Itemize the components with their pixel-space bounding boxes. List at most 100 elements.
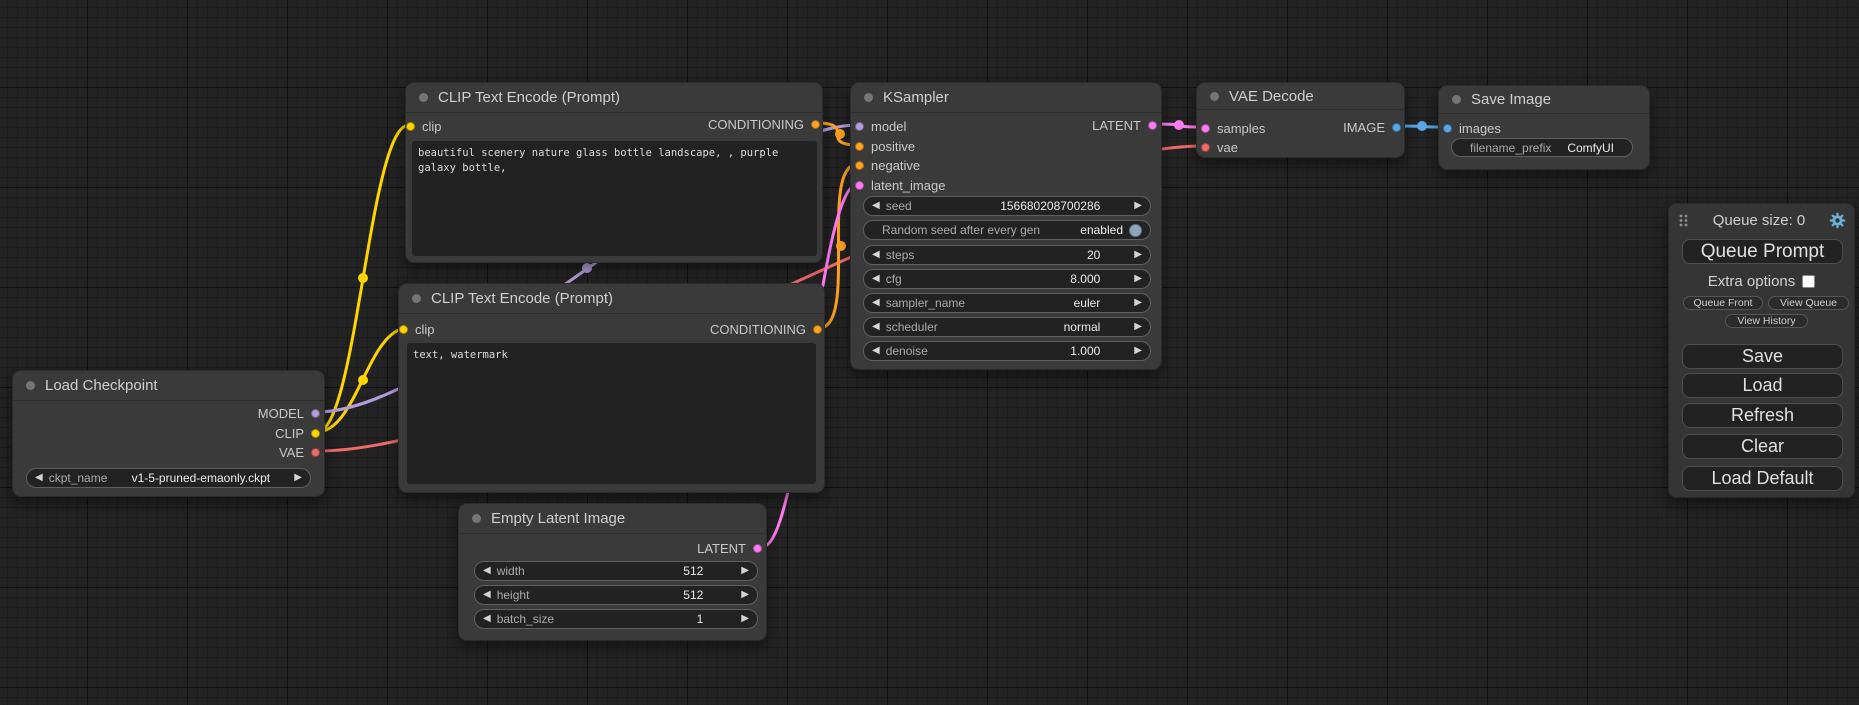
increment-arrow-icon[interactable]: ▶: [1134, 250, 1142, 260]
save-button[interactable]: Save: [1682, 344, 1843, 369]
collapse-dot-icon[interactable]: [1210, 92, 1219, 101]
decrement-arrow-icon[interactable]: ◀: [872, 274, 880, 284]
extra-options-checkbox[interactable]: [1802, 275, 1815, 288]
node-vae-decode[interactable]: VAE Decode samples vae IMAGE: [1196, 82, 1405, 158]
input-port-positive[interactable]: positive: [855, 138, 915, 154]
vae-port-dot[interactable]: [1201, 143, 1210, 152]
node-clip-text-encode-negative[interactable]: CLIP Text Encode (Prompt) clip CONDITION…: [398, 283, 825, 493]
increment-arrow-icon[interactable]: ▶: [741, 566, 749, 576]
view-history-button[interactable]: View History: [1725, 314, 1808, 328]
prompt-textarea[interactable]: beautiful scenery nature glass bottle la…: [412, 141, 817, 256]
output-port-latent[interactable]: LATENT: [1092, 117, 1157, 133]
ckpt-name-widget[interactable]: ◀ ckpt_name v1-5-pruned-emaonly.ckpt ▶: [26, 468, 311, 488]
output-port-conditioning[interactable]: CONDITIONING: [710, 321, 822, 337]
node-title-bar[interactable]: Load Checkpoint: [13, 371, 324, 401]
increment-arrow-icon[interactable]: ▶: [1134, 322, 1142, 332]
collapse-dot-icon[interactable]: [26, 381, 35, 390]
conditioning-port-dot[interactable]: [811, 120, 820, 129]
collapse-dot-icon[interactable]: [864, 93, 873, 102]
collapse-dot-icon[interactable]: [419, 93, 428, 102]
decrement-arrow-icon[interactable]: ◀: [483, 566, 491, 576]
decrement-arrow-icon[interactable]: ◀: [872, 250, 880, 260]
input-port-model[interactable]: model: [855, 118, 906, 134]
node-title-bar[interactable]: Save Image: [1439, 86, 1649, 114]
latent-port-dot[interactable]: [855, 181, 864, 190]
node-save-image[interactable]: Save Image images filename_prefix ComfyU…: [1438, 85, 1650, 170]
sampler-name-widget[interactable]: ◀ sampler_name euler ▶: [863, 293, 1151, 313]
node-ksampler[interactable]: KSampler model positive negative latent_…: [850, 82, 1162, 370]
increment-arrow-icon[interactable]: ▶: [1134, 298, 1142, 308]
conditioning-port-dot[interactable]: [855, 142, 864, 151]
height-widget[interactable]: ◀ height 512 ▶: [474, 585, 758, 605]
node-title-bar[interactable]: CLIP Text Encode (Prompt): [406, 83, 822, 113]
batch-size-widget[interactable]: ◀ batch_size 1 ▶: [474, 609, 758, 629]
decrement-arrow-icon[interactable]: ◀: [483, 614, 491, 624]
drag-handle-icon[interactable]: [1678, 213, 1689, 228]
decrement-arrow-icon[interactable]: ◀: [872, 346, 880, 356]
clip-port-dot[interactable]: [399, 325, 408, 334]
conditioning-port-dot[interactable]: [813, 325, 822, 334]
steps-widget[interactable]: ◀ steps 20 ▶: [863, 245, 1151, 265]
latent-port-dot[interactable]: [1148, 121, 1157, 130]
seed-widget[interactable]: ◀ seed 156680208700286 ▶: [863, 196, 1151, 216]
node-title-bar[interactable]: Empty Latent Image: [459, 504, 766, 534]
input-port-images[interactable]: images: [1443, 120, 1501, 136]
queue-front-button[interactable]: Queue Front: [1683, 296, 1763, 310]
clip-port-dot[interactable]: [311, 429, 320, 438]
decrement-arrow-icon[interactable]: ◀: [483, 590, 491, 600]
decrement-arrow-icon[interactable]: ◀: [872, 201, 880, 211]
load-button[interactable]: Load: [1682, 373, 1843, 398]
image-port-dot[interactable]: [1392, 123, 1401, 132]
input-port-clip[interactable]: clip: [406, 118, 442, 134]
input-port-negative[interactable]: negative: [855, 157, 920, 173]
input-port-clip[interactable]: clip: [399, 321, 435, 337]
view-queue-button[interactable]: View Queue: [1768, 296, 1849, 310]
image-port-dot[interactable]: [1443, 124, 1452, 133]
conditioning-port-dot[interactable]: [855, 161, 864, 170]
increment-arrow-icon[interactable]: ▶: [1134, 274, 1142, 284]
gear-icon[interactable]: [1829, 212, 1846, 229]
node-empty-latent-image[interactable]: Empty Latent Image LATENT ◀ width 512 ▶ …: [458, 503, 767, 641]
queue-prompt-button[interactable]: Queue Prompt: [1682, 239, 1843, 264]
collapse-dot-icon[interactable]: [412, 294, 421, 303]
random-seed-toggle-widget[interactable]: Random seed after every gen enabled: [863, 220, 1151, 240]
prompt-textarea[interactable]: text, watermark: [407, 343, 816, 484]
clip-port-dot[interactable]: [406, 122, 415, 131]
input-port-latent-image[interactable]: latent_image: [855, 177, 945, 193]
queue-panel[interactable]: Queue size: 0 Queue Prompt Extra options…: [1668, 203, 1855, 498]
decrement-arrow-icon[interactable]: ◀: [872, 298, 880, 308]
output-port-image[interactable]: IMAGE: [1343, 119, 1401, 135]
increment-arrow-icon[interactable]: ▶: [741, 614, 749, 624]
output-port-latent[interactable]: LATENT: [697, 540, 762, 556]
node-title-bar[interactable]: CLIP Text Encode (Prompt): [399, 284, 824, 314]
increment-arrow-icon[interactable]: ▶: [1134, 201, 1142, 211]
node-title-bar[interactable]: VAE Decode: [1197, 83, 1404, 110]
collapse-dot-icon[interactable]: [1452, 95, 1461, 104]
node-load-checkpoint[interactable]: Load Checkpoint MODEL CLIP VAE ◀ ckpt_na…: [12, 370, 325, 497]
filename-prefix-widget[interactable]: filename_prefix ComfyUI: [1451, 138, 1633, 157]
scheduler-widget[interactable]: ◀ scheduler normal ▶: [863, 317, 1151, 337]
increment-arrow-icon[interactable]: ▶: [294, 473, 302, 483]
output-port-model[interactable]: MODEL: [258, 405, 320, 421]
increment-arrow-icon[interactable]: ▶: [1134, 346, 1142, 356]
latent-port-dot[interactable]: [1201, 124, 1210, 133]
model-port-dot[interactable]: [311, 409, 320, 418]
refresh-button[interactable]: Refresh: [1682, 403, 1843, 428]
increment-arrow-icon[interactable]: ▶: [741, 590, 749, 600]
decrement-arrow-icon[interactable]: ◀: [35, 473, 43, 483]
node-title-bar[interactable]: KSampler: [851, 83, 1161, 113]
width-widget[interactable]: ◀ width 512 ▶: [474, 561, 758, 581]
toggle-dot[interactable]: [1129, 224, 1142, 237]
output-port-conditioning[interactable]: CONDITIONING: [708, 116, 820, 132]
load-default-button[interactable]: Load Default: [1682, 466, 1843, 491]
collapse-dot-icon[interactable]: [472, 514, 481, 523]
output-port-vae[interactable]: VAE: [279, 444, 320, 460]
input-port-vae[interactable]: vae: [1201, 139, 1238, 155]
cfg-widget[interactable]: ◀ cfg 8.000 ▶: [863, 269, 1151, 289]
model-port-dot[interactable]: [855, 122, 864, 131]
node-clip-text-encode-positive[interactable]: CLIP Text Encode (Prompt) clip CONDITION…: [405, 82, 823, 263]
input-port-samples[interactable]: samples: [1201, 120, 1265, 136]
vae-port-dot[interactable]: [311, 448, 320, 457]
latent-port-dot[interactable]: [753, 544, 762, 553]
decrement-arrow-icon[interactable]: ◀: [872, 322, 880, 332]
